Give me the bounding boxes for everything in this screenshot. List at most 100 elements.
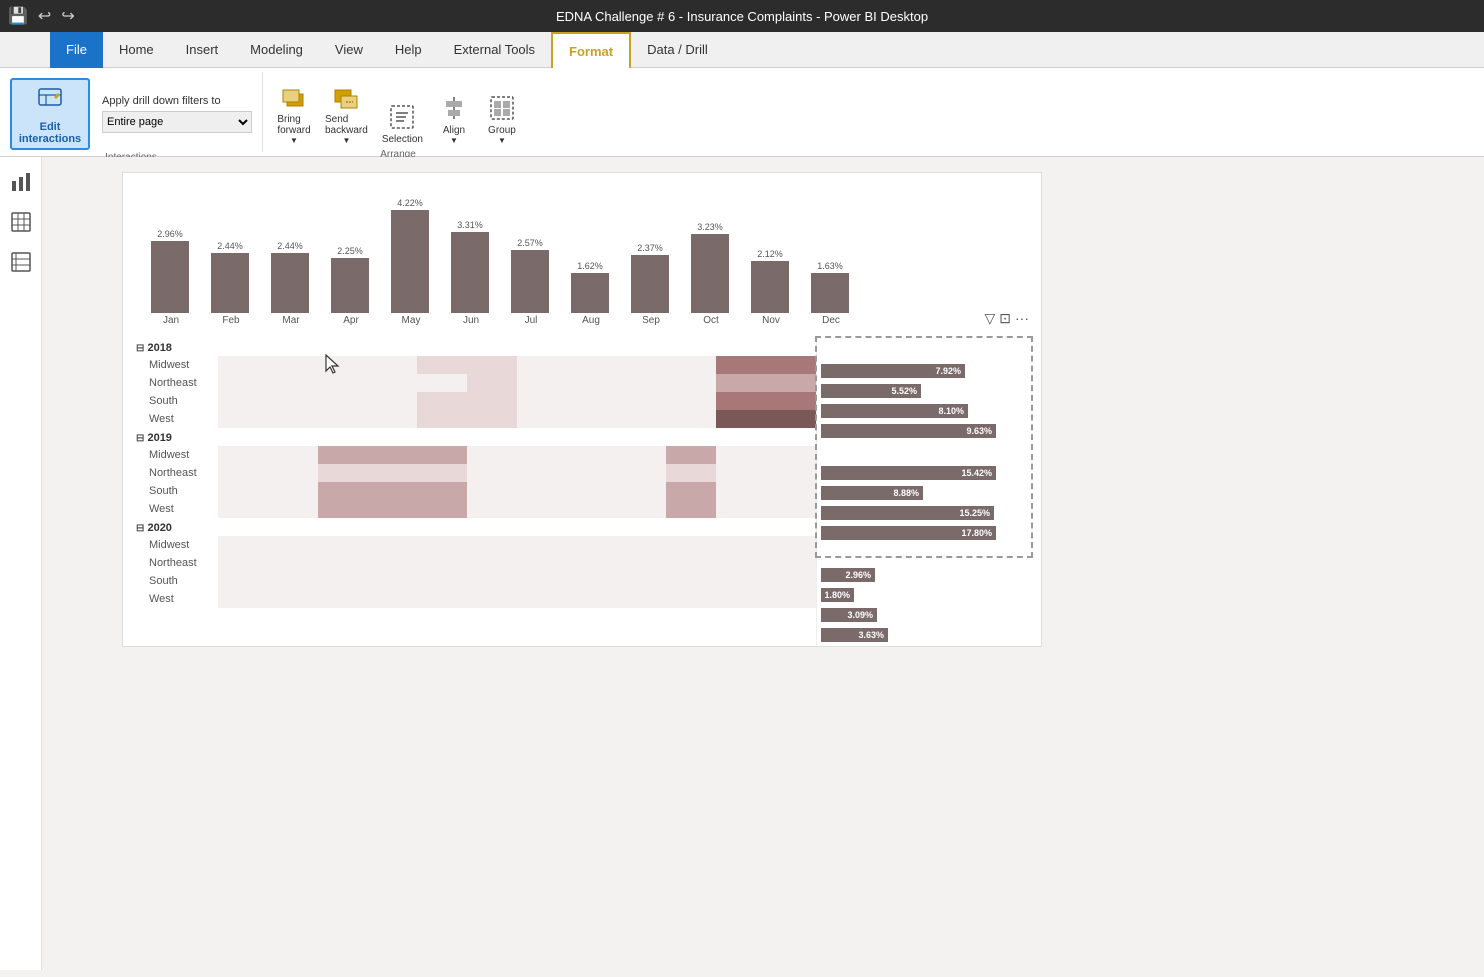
heat-cell[interactable] (367, 536, 417, 554)
heat-cell[interactable] (218, 410, 268, 428)
heat-cell[interactable] (766, 356, 816, 374)
heat-cell[interactable] (218, 590, 268, 608)
bar-rect[interactable] (571, 273, 609, 313)
bar-rect[interactable] (331, 258, 369, 313)
heat-cell[interactable] (517, 500, 567, 518)
heat-cell[interactable] (268, 500, 318, 518)
heat-cell[interactable] (716, 554, 766, 572)
heat-cell[interactable] (567, 464, 617, 482)
selection-button[interactable]: Selection (376, 96, 429, 149)
heat-cell[interactable] (268, 536, 318, 554)
heat-cell[interactable] (367, 374, 417, 392)
heat-cell[interactable] (268, 464, 318, 482)
heat-cell[interactable] (367, 572, 417, 590)
heat-cell[interactable] (766, 410, 816, 428)
heat-cell[interactable] (617, 482, 667, 500)
heat-cell[interactable] (218, 464, 268, 482)
heat-cell[interactable] (318, 446, 368, 464)
heat-cell[interactable] (617, 554, 667, 572)
heat-cell[interactable] (666, 572, 716, 590)
heat-cell[interactable] (417, 410, 467, 428)
sidebar-icon-data[interactable] (4, 245, 38, 279)
heat-cell[interactable] (318, 554, 368, 572)
heat-cell[interactable] (218, 446, 268, 464)
heat-cell[interactable] (467, 464, 517, 482)
heat-cell[interactable] (617, 590, 667, 608)
bar-rect[interactable] (631, 255, 669, 313)
heat-cell[interactable] (716, 356, 766, 374)
hbar-row[interactable]: 9.63% (821, 422, 1031, 440)
heat-cell[interactable] (666, 500, 716, 518)
hbar-row[interactable]: 2.96% (821, 566, 1031, 584)
heat-cell[interactable] (567, 446, 617, 464)
hbar-row[interactable]: 8.88% (821, 484, 1031, 502)
heat-cell[interactable] (467, 392, 517, 410)
heat-cell[interactable] (766, 446, 816, 464)
bar-rect[interactable] (511, 250, 549, 313)
heat-cell[interactable] (617, 464, 667, 482)
heat-cell[interactable] (318, 410, 368, 428)
edit-interactions-button[interactable]: Editinteractions (10, 78, 90, 150)
heat-cell[interactable] (617, 572, 667, 590)
heat-cell[interactable] (417, 554, 467, 572)
heat-cell[interactable] (766, 536, 816, 554)
tab-home[interactable]: Home (103, 32, 170, 68)
redo-icon[interactable]: ↪ (61, 6, 74, 26)
heat-cell[interactable] (666, 446, 716, 464)
heat-cell[interactable] (417, 482, 467, 500)
heat-cell[interactable] (467, 356, 517, 374)
heat-cell[interactable] (467, 446, 517, 464)
heat-cell[interactable] (666, 554, 716, 572)
heat-cell[interactable] (766, 392, 816, 410)
heat-cell[interactable] (666, 482, 716, 500)
heat-cell[interactable] (567, 410, 617, 428)
heat-cell[interactable] (517, 554, 567, 572)
heat-cell[interactable] (467, 482, 517, 500)
heat-cell[interactable] (617, 446, 667, 464)
bar-rect[interactable] (691, 234, 729, 313)
heat-cell[interactable] (268, 392, 318, 410)
heat-cell[interactable] (318, 482, 368, 500)
heat-cell[interactable] (318, 374, 368, 392)
tab-file[interactable]: File (50, 32, 103, 68)
tab-data-drill[interactable]: Data / Drill (631, 32, 724, 68)
tab-modeling[interactable]: Modeling (234, 32, 319, 68)
hbar-row[interactable]: 7.92% (821, 362, 1031, 380)
heat-cell[interactable] (318, 500, 368, 518)
heat-cell[interactable] (567, 374, 617, 392)
heat-cell[interactable] (417, 446, 467, 464)
heat-cell[interactable] (716, 536, 766, 554)
heat-cell[interactable] (367, 356, 417, 374)
heat-cell[interactable] (517, 356, 567, 374)
heat-cell[interactable] (517, 536, 567, 554)
heat-cell[interactable] (218, 392, 268, 410)
bar-rect[interactable] (271, 253, 309, 313)
heat-cell[interactable] (268, 356, 318, 374)
heat-cell[interactable] (517, 374, 567, 392)
heat-cell[interactable] (517, 590, 567, 608)
hbar-row[interactable]: 8.10% (821, 402, 1031, 420)
hbar-row[interactable]: 3.09% (821, 606, 1031, 624)
heat-cell[interactable] (268, 554, 318, 572)
heat-cell[interactable] (367, 500, 417, 518)
undo-icon[interactable]: ↩ (38, 6, 51, 26)
heat-cell[interactable] (517, 482, 567, 500)
heat-cell[interactable] (567, 356, 617, 374)
sidebar-icon-chart[interactable] (4, 165, 38, 199)
save-icon[interactable]: 💾 (8, 6, 28, 26)
heat-cell[interactable] (417, 464, 467, 482)
heat-cell[interactable] (716, 500, 766, 518)
heat-cell[interactable] (617, 374, 667, 392)
heat-cell[interactable] (517, 392, 567, 410)
heat-cell[interactable] (517, 572, 567, 590)
heat-cell[interactable] (666, 536, 716, 554)
heat-cell[interactable] (367, 482, 417, 500)
heat-cell[interactable] (367, 464, 417, 482)
heat-cell[interactable] (318, 464, 368, 482)
heat-cell[interactable] (617, 536, 667, 554)
heat-cell[interactable] (417, 374, 467, 392)
heat-cell[interactable] (716, 374, 766, 392)
align-button[interactable]: Align ▼ (431, 87, 477, 149)
heat-cell[interactable] (567, 572, 617, 590)
bar-rect[interactable] (751, 261, 789, 313)
